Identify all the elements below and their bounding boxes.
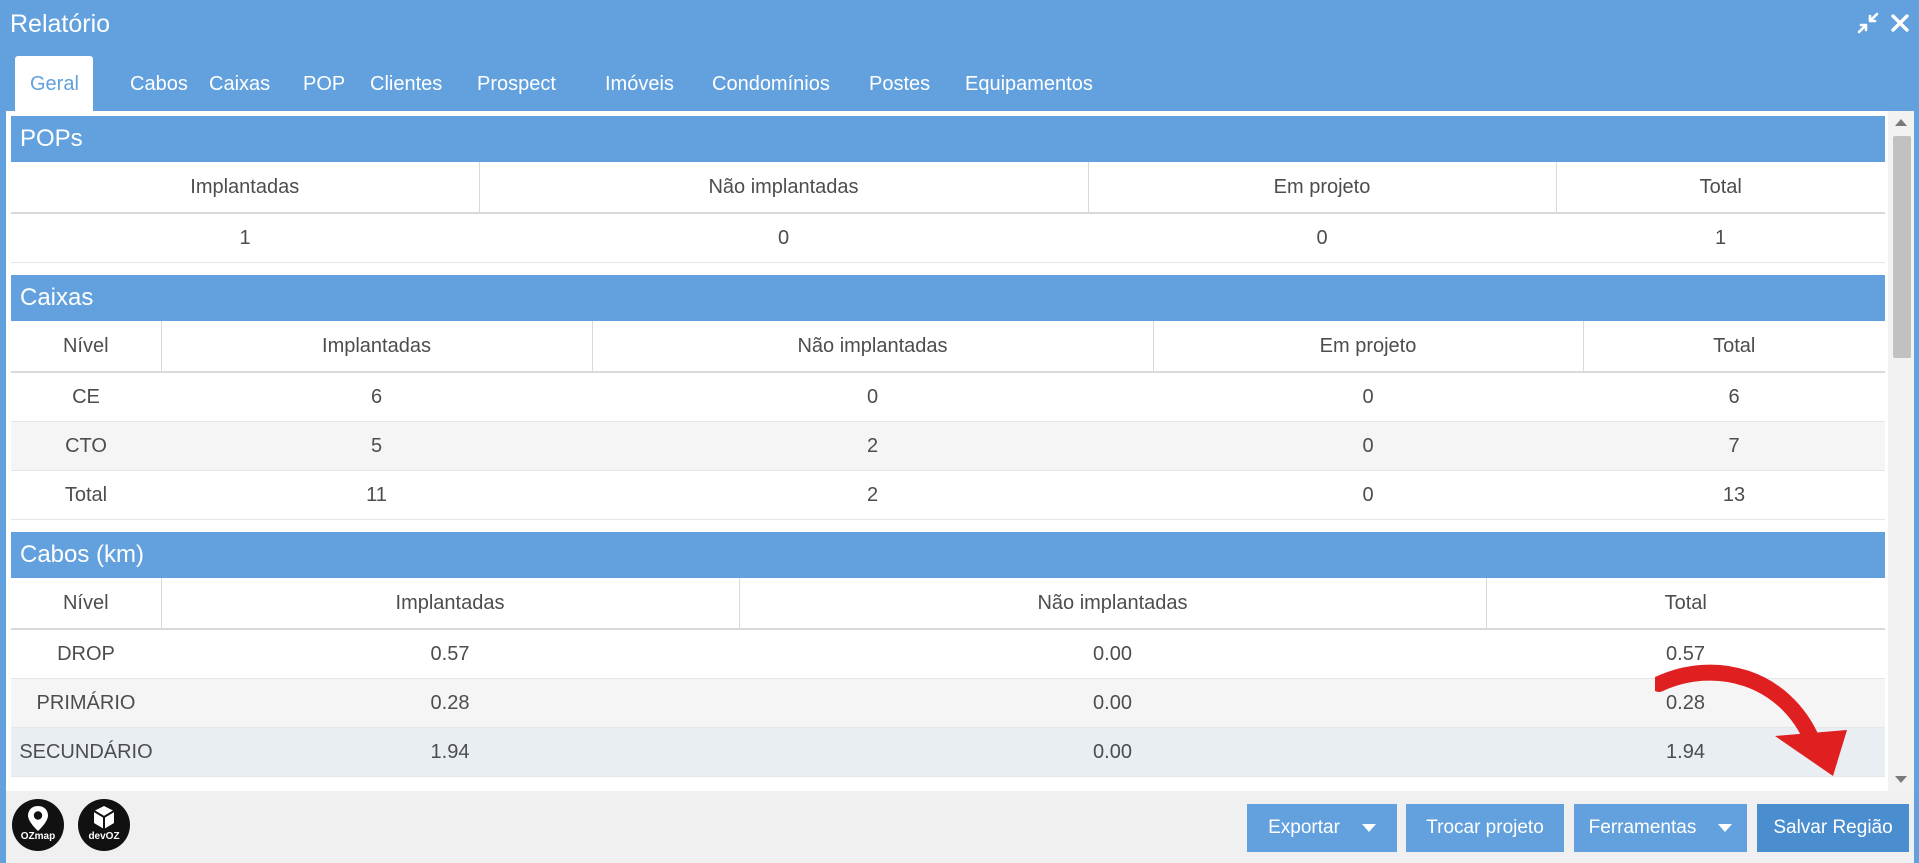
table-row: SECUNDÁRIO 1.94 0.00 1.94 bbox=[11, 727, 1885, 777]
tab-postes[interactable]: Postes bbox=[854, 56, 945, 112]
section-title-pops: POPs bbox=[11, 116, 1885, 162]
table-cell: SECUNDÁRIO bbox=[11, 727, 161, 777]
table-cell: 1.94 bbox=[161, 727, 739, 777]
column-header: Não implantadas bbox=[479, 162, 1089, 214]
ozmap-logo-icon[interactable]: OZmap bbox=[12, 799, 64, 851]
ferramentas-label: Ferramentas bbox=[1588, 817, 1697, 838]
devoz-logo-icon[interactable]: devOZ bbox=[78, 799, 130, 851]
scroll-down-icon[interactable] bbox=[1895, 776, 1907, 783]
tab-imoveis[interactable]: Imóveis bbox=[590, 56, 689, 112]
tab-pop[interactable]: POP bbox=[288, 56, 360, 112]
salvar-regiao-label: Salvar Região bbox=[1773, 817, 1893, 838]
title-bar: Relatório bbox=[0, 0, 1919, 46]
logo-text: OZmap bbox=[20, 831, 56, 842]
column-header: Implantadas bbox=[11, 162, 480, 214]
table-cell: 11 bbox=[161, 470, 592, 520]
table-cell: 0.00 bbox=[739, 629, 1486, 679]
table-cell: 0 bbox=[1153, 421, 1583, 471]
table-cell: Total bbox=[11, 470, 161, 520]
table-cell: 1 bbox=[1556, 213, 1885, 263]
table-cell: 0 bbox=[592, 372, 1153, 422]
section-title-caixas: Caixas bbox=[11, 275, 1885, 321]
table-cell: 0 bbox=[1088, 213, 1556, 263]
table-cell: 2 bbox=[592, 470, 1153, 520]
table-row: PRIMÁRIO 0.28 0.00 0.28 bbox=[11, 678, 1885, 728]
column-header: Implantadas bbox=[161, 321, 593, 373]
table-cell: 5 bbox=[161, 421, 592, 471]
column-header: Nível bbox=[11, 578, 162, 630]
column-header: Nível bbox=[11, 321, 162, 373]
table-cell: 0.57 bbox=[1486, 629, 1885, 679]
table-cell: 0 bbox=[1153, 372, 1583, 422]
table-cell: DROP bbox=[11, 629, 161, 679]
column-header: Total bbox=[1556, 162, 1885, 214]
tab-cabos[interactable]: Cabos bbox=[115, 56, 203, 112]
section-title-cabos: Cabos (km) bbox=[11, 532, 1885, 578]
table-header-row: Nível Implantadas Não implantadas Total bbox=[11, 578, 1885, 630]
report-content: POPs Implantadas Não implantadas Em proj… bbox=[6, 111, 1914, 791]
table-cell: 0.57 bbox=[161, 629, 739, 679]
table-row: CTO 5 2 0 7 bbox=[11, 421, 1885, 471]
table-cell: 1.94 bbox=[1486, 727, 1885, 777]
table-cell: 6 bbox=[161, 372, 592, 422]
cube-icon bbox=[93, 806, 115, 829]
table-cell: CE bbox=[11, 372, 161, 422]
exportar-label: Exportar bbox=[1268, 817, 1340, 838]
exportar-button[interactable]: Exportar bbox=[1247, 804, 1397, 852]
footer-toolbar: OZmap devOZ Exportar Trocar projeto Ferr… bbox=[6, 791, 1914, 863]
table-row: 1 0 0 1 bbox=[11, 213, 1885, 263]
column-header: Total bbox=[1583, 321, 1885, 373]
table-cell: PRIMÁRIO bbox=[11, 678, 161, 728]
scroll-up-icon[interactable] bbox=[1895, 119, 1907, 126]
ferramentas-button[interactable]: Ferramentas bbox=[1574, 804, 1747, 852]
table-cell: 13 bbox=[1583, 470, 1885, 520]
tab-caixas[interactable]: Caixas bbox=[194, 56, 285, 112]
table-cell: 0 bbox=[1153, 470, 1583, 520]
table-cell: 0.28 bbox=[161, 678, 739, 728]
report-window: Relatório Geral Cabos Caixas POP Cliente… bbox=[0, 0, 1919, 863]
close-icon[interactable] bbox=[1888, 11, 1912, 35]
cabos-table: Nível Implantadas Não implantadas Total … bbox=[11, 578, 1885, 777]
column-header: Não implantadas bbox=[739, 578, 1487, 630]
tab-geral[interactable]: Geral bbox=[15, 56, 93, 112]
table-row: Total 11 2 0 13 bbox=[11, 470, 1885, 520]
window-title: Relatório bbox=[10, 10, 111, 38]
tab-prospect[interactable]: Prospect bbox=[462, 56, 571, 112]
caixas-table: Nível Implantadas Não implantadas Em pro… bbox=[11, 321, 1885, 520]
column-header: Em projeto bbox=[1153, 321, 1584, 373]
table-cell: 1 bbox=[11, 213, 479, 263]
table-cell: 0.28 bbox=[1486, 678, 1885, 728]
logo-text: devOZ bbox=[88, 831, 120, 842]
table-cell: 7 bbox=[1583, 421, 1885, 471]
tab-condominios[interactable]: Condomínios bbox=[697, 56, 845, 112]
trocar-projeto-label: Trocar projeto bbox=[1426, 817, 1544, 838]
salvar-regiao-button[interactable]: Salvar Região bbox=[1757, 804, 1909, 852]
tab-clientes[interactable]: Clientes bbox=[355, 56, 457, 112]
table-cell: 0.00 bbox=[739, 678, 1486, 728]
column-header: Implantadas bbox=[161, 578, 740, 630]
caret-down-icon bbox=[1718, 823, 1733, 832]
pops-table: Implantadas Não implantadas Em projeto T… bbox=[11, 162, 1885, 263]
tab-equipamentos[interactable]: Equipamentos bbox=[950, 56, 1108, 112]
table-cell: 0 bbox=[479, 213, 1088, 263]
table-header-row: Nível Implantadas Não implantadas Em pro… bbox=[11, 321, 1885, 373]
column-header: Não implantadas bbox=[592, 321, 1154, 373]
table-cell: 2 bbox=[592, 421, 1153, 471]
map-pin-icon bbox=[28, 806, 48, 831]
column-header: Total bbox=[1486, 578, 1885, 630]
column-header: Em projeto bbox=[1088, 162, 1557, 214]
table-row: CE 6 0 0 6 bbox=[11, 372, 1885, 422]
table-cell: 6 bbox=[1583, 372, 1885, 422]
minimize-icon[interactable] bbox=[1856, 11, 1880, 35]
vertical-scrollbar[interactable] bbox=[1888, 111, 1914, 791]
trocar-projeto-button[interactable]: Trocar projeto bbox=[1406, 804, 1564, 852]
table-header-row: Implantadas Não implantadas Em projeto T… bbox=[11, 162, 1885, 214]
caret-down-icon bbox=[1361, 823, 1376, 832]
table-cell: CTO bbox=[11, 421, 161, 471]
table-cell: 0.00 bbox=[739, 727, 1486, 777]
table-row: DROP 0.57 0.00 0.57 bbox=[11, 629, 1885, 679]
scroll-thumb[interactable] bbox=[1893, 136, 1911, 358]
